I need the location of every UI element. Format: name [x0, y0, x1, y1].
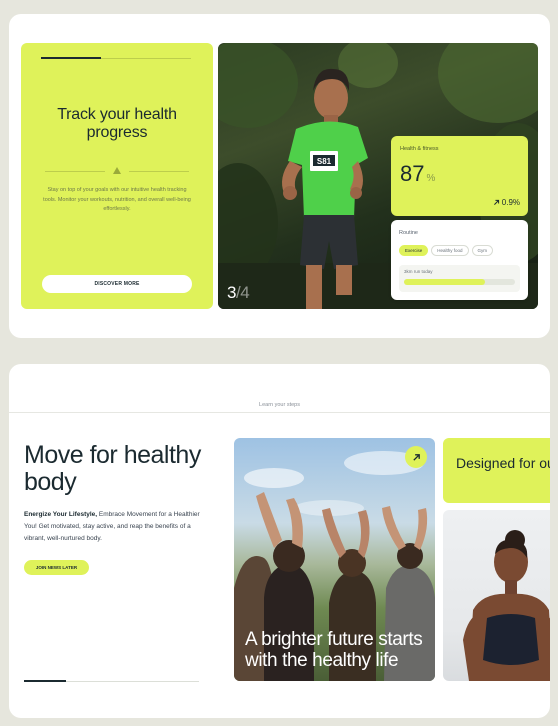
panel-title: Track your health progress [57, 106, 177, 141]
panel-description: Stay on top of your goals with our intui… [43, 187, 191, 212]
stat-delta: 0.9% [493, 198, 520, 207]
section-label: Learn your steps [259, 402, 300, 408]
stat-unit: % [426, 173, 436, 184]
routine-activity-label: 3km run today [404, 269, 433, 274]
routine-activity: 3km run today [399, 265, 520, 292]
section-description: Energize Your Lifestyle, Embrace Movemen… [24, 509, 204, 545]
routine-label: Routine [399, 230, 418, 236]
routine-tabs: Exercise Healthy food Gym [399, 245, 494, 256]
health-progress-card: Track your health progress Stay on top o… [9, 14, 550, 338]
slide-progress-fill [41, 57, 101, 59]
slide-current: 3 [227, 283, 236, 302]
discover-more-button[interactable]: DISCOVER MORE [42, 275, 192, 293]
ornament-divider [45, 167, 189, 175]
carousel-progress-track [24, 680, 199, 682]
triangle-icon [113, 167, 121, 174]
join-news-later-button[interactable]: JOIN NEWS LATER [24, 560, 89, 575]
photo-caption: A brighter future starts with the health… [245, 629, 423, 671]
routine-tab-exercise[interactable]: Exercise [399, 245, 429, 256]
community-text: Designed for our community act [456, 455, 550, 471]
move-healthy-card: Learn your steps Move for healthy body E… [9, 364, 550, 718]
stat-value: 87% [400, 161, 435, 187]
stat-number: 87 [400, 161, 425, 186]
track-health-panel: Track your health progress Stay on top o… [21, 43, 213, 309]
routine-progress-bar [404, 279, 515, 285]
health-fitness-stat-card[interactable]: Health & fitness 87% 0.9% [391, 136, 528, 216]
slide-progress-track [41, 57, 191, 59]
carousel-progress-fill [24, 680, 66, 682]
stat-delta-value: 0.9% [501, 198, 520, 207]
arrow-up-right-icon [412, 453, 420, 461]
routine-tab-gym[interactable]: Gym [471, 245, 494, 256]
routine-card: Routine Exercise Healthy food Gym 3km ru… [391, 220, 528, 300]
routine-progress-fill [404, 279, 486, 285]
routine-tab-healthy-food[interactable]: Healthy food [431, 245, 469, 256]
slide-total: /4 [235, 283, 250, 302]
open-story-button[interactable] [405, 446, 427, 468]
woman-illustration [463, 530, 550, 681]
hearts-photo-card[interactable]: A brighter future starts with the health… [234, 438, 435, 681]
slide-counter: 3/4 [227, 283, 250, 303]
section-divider [9, 412, 550, 413]
stat-label: Health & fitness [400, 146, 439, 152]
community-card[interactable]: Designed for our community act [443, 438, 550, 503]
section-title: Move for healthy body [24, 441, 201, 496]
arrow-up-right-icon [493, 199, 499, 205]
yoga-woman-photo [443, 510, 550, 681]
description-highlight: Energize Your Lifestyle, [24, 511, 98, 518]
runner-bib-number: S81 [317, 157, 332, 166]
